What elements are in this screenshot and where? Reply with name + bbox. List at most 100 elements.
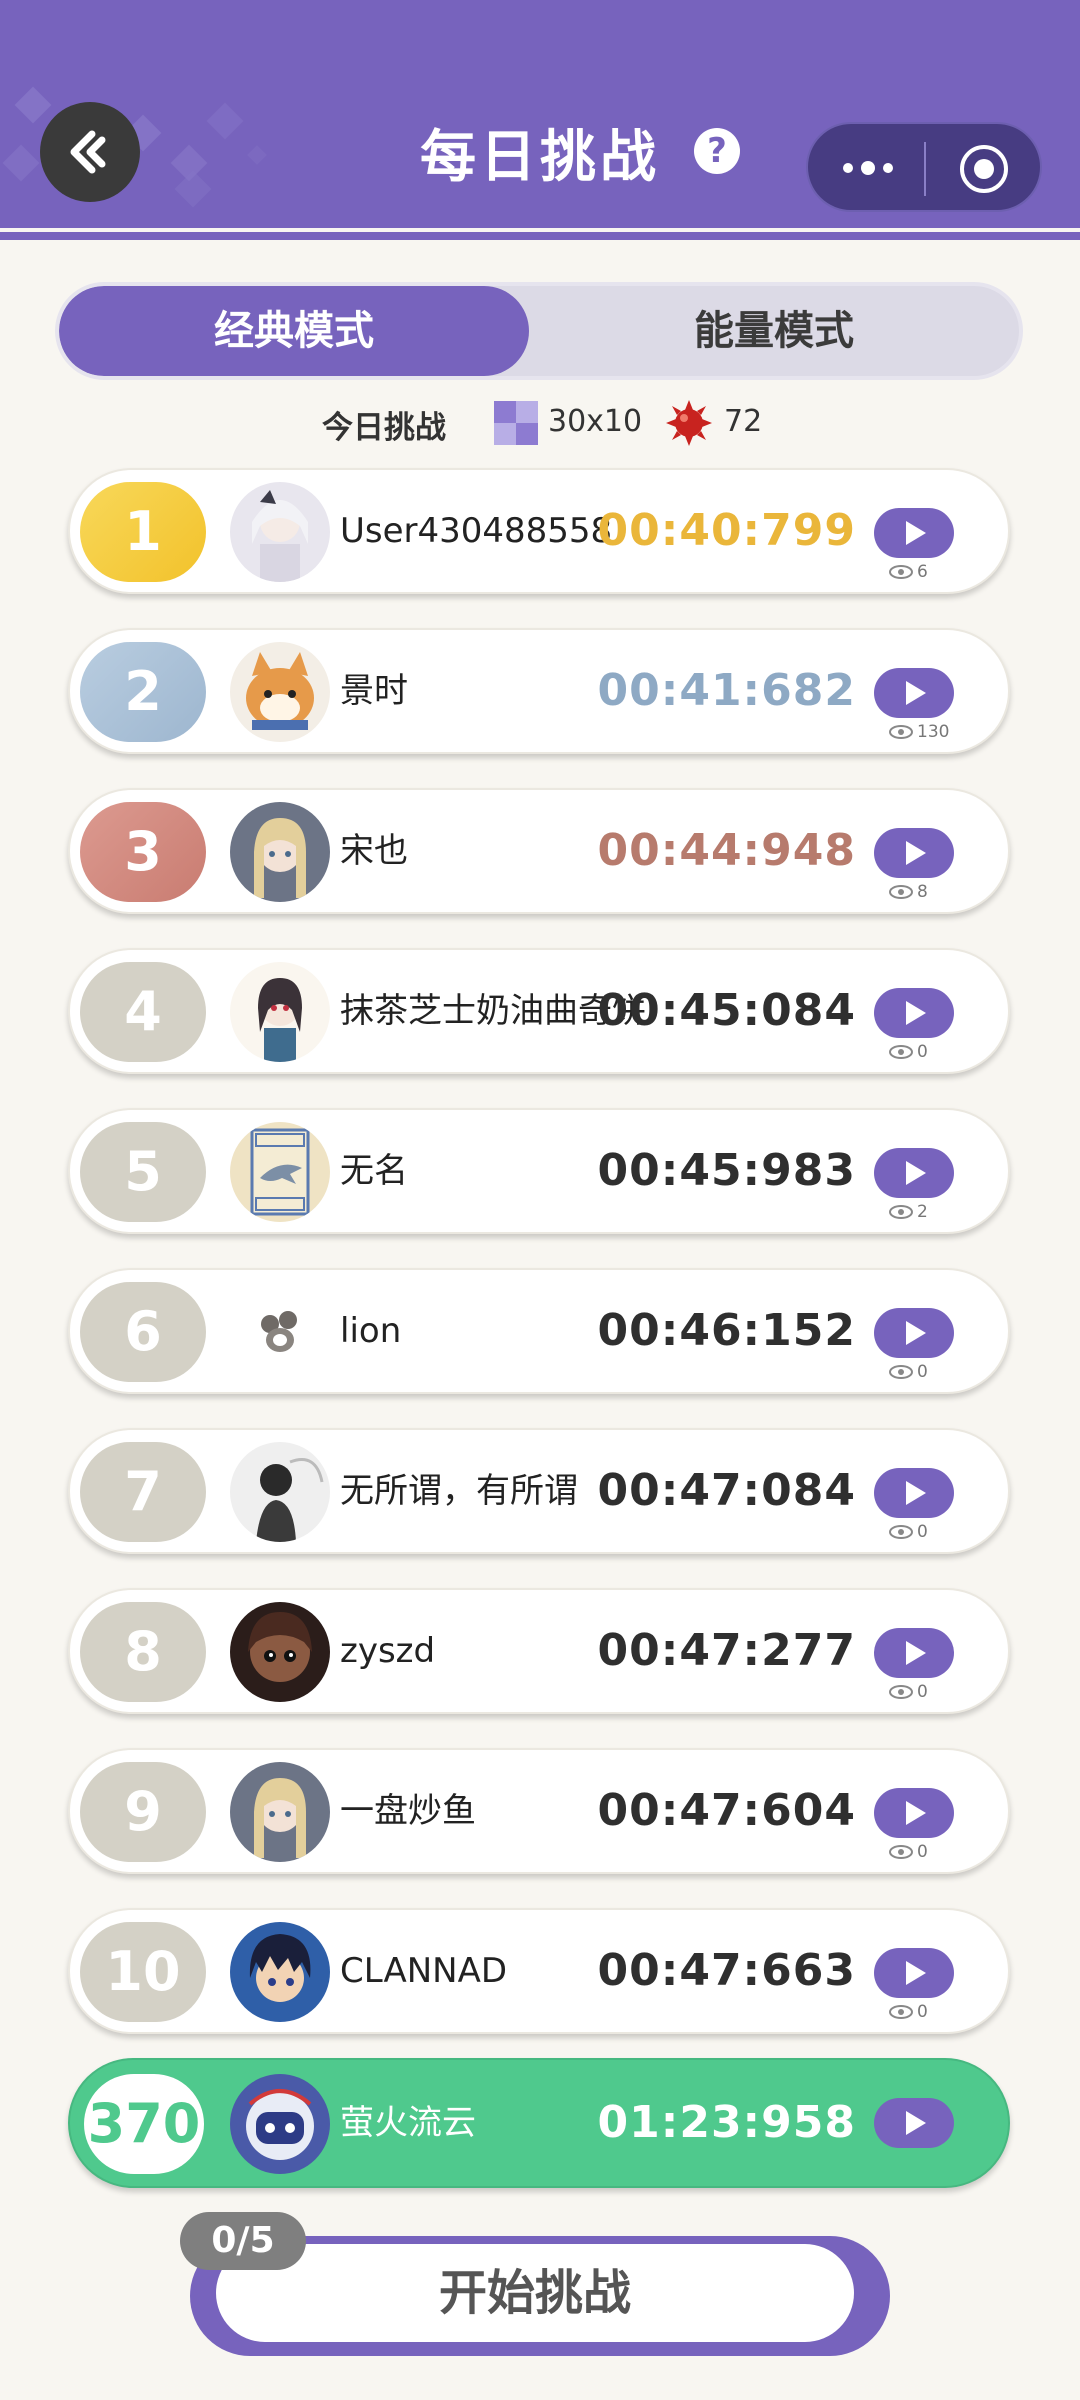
view-count: 2: [888, 1200, 928, 1224]
eye-icon: [889, 565, 913, 579]
finish-time: 00:47:084: [597, 1465, 856, 1516]
eye-icon: [889, 725, 913, 739]
view-count: 0: [888, 1360, 928, 1384]
board-size: 30x10: [548, 404, 643, 439]
attempts-badge: 0/5: [180, 2212, 306, 2270]
rank-badge: 10: [80, 1922, 206, 2022]
leaderboard-row[interactable]: 3 宋也 00:44:948 8: [68, 788, 1010, 914]
view-count: 130: [888, 720, 949, 744]
leaderboard-row[interactable]: 4 抹茶芝士奶油曲奇饼 00:45:084 0: [68, 948, 1010, 1074]
rank-badge: 9: [80, 1762, 206, 1862]
rank-badge: 2: [80, 642, 206, 742]
replay-button[interactable]: [874, 1628, 954, 1678]
eye-icon: [889, 2005, 913, 2019]
avatar: [230, 1282, 330, 1382]
view-count: 0: [888, 1520, 928, 1544]
rank-badge: 7: [80, 1442, 206, 1542]
header-bar: 每日挑战 ?: [0, 0, 1080, 228]
finish-time: 00:47:604: [597, 1785, 856, 1836]
mini-program-capsule: [806, 122, 1042, 212]
eye-icon: [889, 1525, 913, 1539]
finish-time: 00:45:983: [597, 1145, 856, 1196]
view-count: 8: [888, 880, 928, 904]
avatar: [230, 642, 330, 742]
my-player-name: 萤火流云: [340, 2103, 476, 2143]
avatar: [230, 1122, 330, 1222]
replay-button[interactable]: [874, 508, 954, 558]
tab-energy-mode[interactable]: 能量模式: [529, 286, 1019, 376]
challenge-info: 今日挑战 30x10 72: [0, 400, 1080, 450]
finish-time: 00:41:682: [597, 665, 856, 716]
avatar: [230, 1922, 330, 2022]
view-count: 0: [888, 2000, 928, 2024]
avatar: [230, 1762, 330, 1862]
leaderboard-row[interactable]: 9 一盘炒鱼 00:47:604 0: [68, 1748, 1010, 1874]
avatar: [230, 1442, 330, 1542]
avatar: [230, 1602, 330, 1702]
capsule-divider: [924, 142, 926, 196]
challenge-label: 今日挑战: [322, 410, 446, 446]
my-avatar: [230, 2074, 330, 2174]
finish-time: 00:44:948: [597, 825, 856, 876]
leaderboard-row[interactable]: 8 zyszd 00:47:277 0: [68, 1588, 1010, 1714]
mode-tabs: 经典模式 能量模式: [55, 282, 1023, 380]
player-name: zyszd: [340, 1631, 436, 1671]
eye-icon: [889, 1205, 913, 1219]
finish-time: 00:40:799: [597, 505, 856, 556]
player-name: User430488558: [340, 511, 613, 551]
replay-button[interactable]: [874, 1948, 954, 1998]
board-grid-icon: [494, 401, 538, 445]
replay-button[interactable]: [874, 1468, 954, 1518]
my-replay-button[interactable]: [874, 2098, 954, 2148]
avatar: [230, 802, 330, 902]
mine-count: 72: [724, 404, 763, 439]
replay-button[interactable]: [874, 988, 954, 1038]
finish-time: 00:46:152: [597, 1305, 856, 1356]
finish-time: 00:45:084: [597, 985, 856, 1036]
player-name: 无名: [340, 1151, 408, 1191]
rank-badge: 5: [80, 1122, 206, 1222]
finish-time: 00:47:277: [597, 1625, 856, 1676]
view-count: 0: [888, 1040, 928, 1064]
start-challenge-label: 开始挑战: [216, 2244, 854, 2342]
leaderboard-row[interactable]: 2 景时 00:41:682 130: [68, 628, 1010, 754]
replay-button[interactable]: [874, 1308, 954, 1358]
rank-badge: 4: [80, 962, 206, 1062]
my-rank-badge: 370: [84, 2074, 204, 2174]
view-count: 0: [888, 1840, 928, 1864]
player-name: 无所谓，有所谓: [340, 1471, 578, 1511]
leaderboard-row[interactable]: 10 CLANNAD 00:47:663 0: [68, 1908, 1010, 2034]
tab-classic-mode[interactable]: 经典模式: [59, 286, 529, 376]
eye-icon: [889, 1365, 913, 1379]
player-name: 一盘炒鱼: [340, 1791, 476, 1831]
replay-button[interactable]: [874, 828, 954, 878]
rank-badge: 1: [80, 482, 206, 582]
leaderboard-row[interactable]: 1 User430488558 00:40:799 6: [68, 468, 1010, 594]
more-icon[interactable]: [838, 150, 898, 186]
leaderboard-row[interactable]: 7 无所谓，有所谓 00:47:084 0: [68, 1428, 1010, 1554]
player-name: CLANNAD: [340, 1951, 508, 1991]
replay-button[interactable]: [874, 1148, 954, 1198]
finish-time: 00:47:663: [597, 1945, 856, 1996]
rank-badge: 8: [80, 1602, 206, 1702]
avatar: [230, 482, 330, 582]
replay-button[interactable]: [874, 1788, 954, 1838]
header-divider: [0, 232, 1080, 240]
replay-button[interactable]: [874, 668, 954, 718]
eye-icon: [889, 1685, 913, 1699]
player-name: 宋也: [340, 831, 408, 871]
view-count: 0: [888, 1680, 928, 1704]
eye-icon: [889, 1845, 913, 1859]
close-target-icon[interactable]: [958, 143, 1010, 195]
leaderboard-row[interactable]: 5 无名 00:45:983 2: [68, 1108, 1010, 1234]
eye-icon: [889, 1045, 913, 1059]
avatar: [230, 962, 330, 1062]
help-icon[interactable]: ?: [694, 128, 740, 174]
mine-icon: [666, 400, 712, 446]
eye-icon: [889, 885, 913, 899]
my-rank-row[interactable]: 370 萤火流云 01:23:958: [68, 2058, 1010, 2188]
leaderboard-row[interactable]: 6 lion 00:46:152 0: [68, 1268, 1010, 1394]
rank-badge: 3: [80, 802, 206, 902]
view-count: 6: [888, 560, 928, 584]
player-name: 景时: [340, 671, 408, 711]
